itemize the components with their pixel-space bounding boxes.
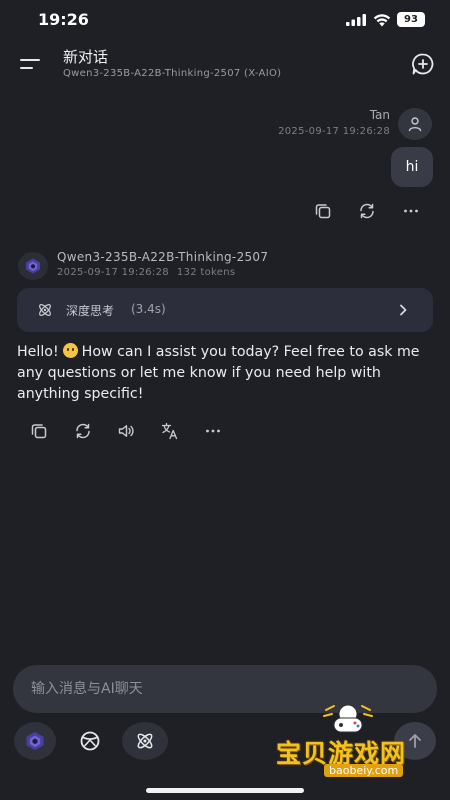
user-timestamp: 2025-09-17 19:26:28 xyxy=(278,126,390,137)
status-bar: 19:26 93 xyxy=(0,0,450,40)
smile-emoji-icon xyxy=(62,343,78,358)
speaker-icon xyxy=(118,425,134,437)
ai-message-actions xyxy=(0,420,450,444)
ai-response-greeting: Hello! xyxy=(17,344,59,360)
deep-thinking-toggle[interactable] xyxy=(122,722,168,760)
home-indicator xyxy=(146,788,304,793)
watermark-url: baobeiy.com xyxy=(324,764,404,777)
menu-icon[interactable] xyxy=(18,52,42,76)
chevron-right-icon xyxy=(400,304,407,316)
battery-indicator: 93 xyxy=(397,12,425,27)
deep-thinking-panel[interactable]: 深度思考 (3.4s) xyxy=(17,288,433,332)
user-message-actions xyxy=(0,200,450,224)
model-logo-icon xyxy=(26,258,40,274)
user-message-bubble[interactable]: hi xyxy=(391,147,433,187)
signal-icon xyxy=(346,14,366,26)
web-search-button[interactable] xyxy=(70,722,110,760)
chat-title: 新对话 xyxy=(63,48,109,66)
atom-icon xyxy=(39,304,51,316)
more-button[interactable] xyxy=(400,200,422,222)
regenerate-button[interactable] xyxy=(356,200,378,222)
globe-icon xyxy=(80,731,100,751)
user-avatar[interactable] xyxy=(398,108,432,140)
header: 新对话 Qwen3-235B-A22B-Thinking-2507 (X-AIO… xyxy=(0,40,450,88)
translate-icon xyxy=(161,422,178,440)
translate-button[interactable] xyxy=(159,420,181,442)
ai-model-name: Qwen3-235B-A22B-Thinking-2507 xyxy=(57,250,269,264)
gamepad-logo-icon xyxy=(323,704,373,733)
ai-avatar[interactable] xyxy=(18,252,48,280)
new-chat-icon[interactable] xyxy=(411,52,435,76)
copy-icon xyxy=(315,204,331,219)
copy-button[interactable] xyxy=(28,420,50,442)
copy-button[interactable] xyxy=(312,200,334,222)
atom-icon xyxy=(137,733,153,749)
model-select-button[interactable] xyxy=(14,722,56,760)
user-name: Tan xyxy=(369,108,390,122)
regenerate-icon xyxy=(76,423,90,439)
wifi-icon xyxy=(373,14,391,27)
ai-response-text: Hello! How can I assist you today? Feel f… xyxy=(17,342,433,405)
more-icon xyxy=(404,209,418,213)
deep-thinking-label: 深度思考 xyxy=(66,304,115,318)
more-icon xyxy=(206,429,220,433)
regenerate-icon xyxy=(360,203,374,219)
thinking-duration: (3.4s) xyxy=(131,302,166,316)
copy-icon xyxy=(31,424,47,439)
ai-meta: 2025-09-17 19:26:28 132 tokens xyxy=(57,267,243,278)
read-aloud-button[interactable] xyxy=(115,420,137,442)
ai-timestamp: 2025-09-17 19:26:28 xyxy=(57,267,169,278)
status-time: 19:26 xyxy=(38,10,89,29)
more-button[interactable] xyxy=(202,420,224,442)
watermark: 宝贝游戏网 baobeiy.com xyxy=(270,700,430,780)
regenerate-button[interactable] xyxy=(72,420,94,442)
model-logo-icon xyxy=(26,731,44,751)
model-subtitle[interactable]: Qwen3-235B-A22B-Thinking-2507 (X-AIO) xyxy=(63,68,281,79)
person-icon xyxy=(408,117,422,132)
token-count: 132 tokens xyxy=(176,267,236,278)
